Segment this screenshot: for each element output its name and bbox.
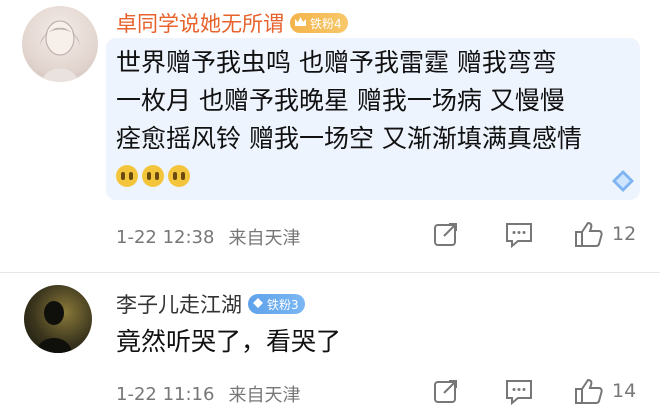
like-count: 14 [612,380,637,402]
crying-face-emoji [168,165,190,187]
avatar[interactable] [22,6,98,82]
comment-meta: 1-22 11:16 来自天津 [116,381,300,407]
fan-badge[interactable]: 铁粉3 [248,294,305,314]
comment-header: 李子儿走江湖 铁粉3 [116,289,305,319]
thumbs-up-icon [575,221,603,247]
avatar-illustration [40,20,80,82]
comment-header: 卓同学说她无所谓 铁粉4 [116,8,348,38]
comment-icon [506,380,532,405]
like-button[interactable]: 14 [574,377,636,405]
reply-button[interactable] [504,377,534,405]
comment-text-line: 一枚月 也赠予我晚星 赠我一场病 又慢慢 [116,86,565,115]
comment-actions: 12 [432,220,636,248]
comment-icon [506,223,532,248]
location: 来自天津 [228,228,301,249]
timestamp: 1-22 11:16 [116,383,215,405]
crying-face-emoji [116,165,138,187]
comment-text-line: 世界赠予我虫鸣 也赠予我雷霆 赠我弯弯 [116,48,557,77]
crying-face-emoji [142,165,164,187]
comment-text-line: 痊愈摇风铃 赠我一场空 又渐渐填满真感情 [116,124,582,153]
reply-button[interactable] [504,220,534,248]
share-button[interactable] [432,377,460,405]
share-icon [434,223,457,246]
avatar-illustration [36,301,72,353]
like-count: 12 [612,223,637,245]
share-button[interactable] [432,220,460,248]
username[interactable]: 卓同学说她无所谓 [116,8,284,38]
comment-actions: 14 [432,377,636,405]
badge-label: 铁粉4 [310,16,342,31]
like-button[interactable]: 12 [574,220,636,248]
comment-text-line: 竟然听哭了，看哭了 [116,327,342,356]
timestamp: 1-22 12:38 [116,226,215,248]
badge-label: 铁粉3 [267,297,299,312]
share-icon [434,380,457,403]
diamond-icon [610,168,636,198]
username[interactable]: 李子儿走江湖 [116,289,242,319]
comment-text: 世界赠予我虫鸣 也赠予我雷霆 赠我弯弯 一枚月 也赠予我晚星 赠我一场病 又慢慢… [116,44,636,192]
thumbs-up-icon [575,378,603,404]
crown-icon [294,16,307,31]
fan-badge[interactable]: 铁粉4 [290,13,348,33]
comment-meta: 1-22 12:38 来自天津 [116,224,300,250]
emoji-row [116,158,636,192]
diamond-icon [252,297,264,312]
comment-item-2: 李子儿走江湖 铁粉3 竟然听哭了，看哭了 1-22 11:16 来自天津 14 [0,273,660,419]
avatar[interactable] [24,285,92,353]
comment-item-1: 卓同学说她无所谓 铁粉4 世界赠予我虫鸣 也赠予我雷霆 赠我弯弯 一枚月 也赠予… [0,0,660,270]
comment-text: 竟然听哭了，看哭了 [116,323,636,361]
location: 来自天津 [228,385,301,406]
